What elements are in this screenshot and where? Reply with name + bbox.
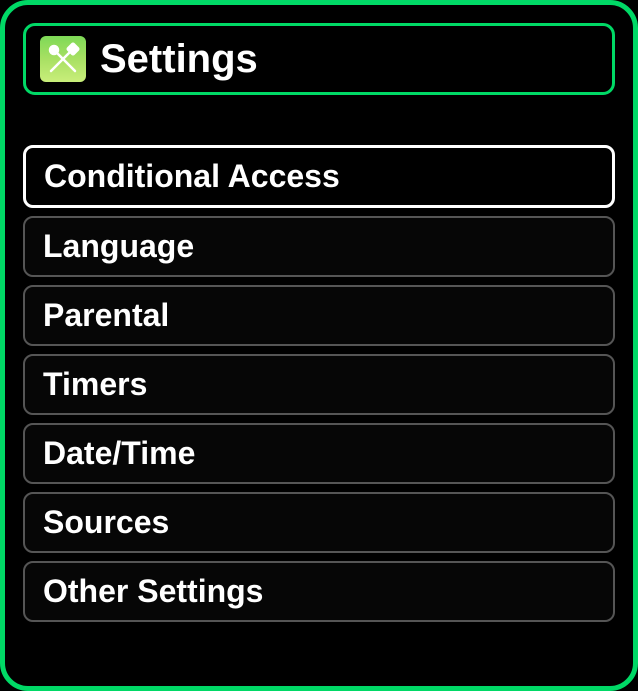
- menu-item-label: Timers: [43, 366, 147, 402]
- menu-item-label: Language: [43, 228, 194, 264]
- settings-menu: Conditional Access Language Parental Tim…: [23, 145, 615, 622]
- menu-item-parental[interactable]: Parental: [23, 285, 615, 346]
- settings-panel: Settings Conditional Access Language Par…: [0, 0, 638, 691]
- menu-item-conditional-access[interactable]: Conditional Access: [23, 145, 615, 208]
- menu-item-language[interactable]: Language: [23, 216, 615, 277]
- menu-item-label: Conditional Access: [44, 158, 340, 194]
- settings-header: Settings: [23, 23, 615, 95]
- menu-item-date-time[interactable]: Date/Time: [23, 423, 615, 484]
- menu-item-label: Other Settings: [43, 573, 263, 609]
- menu-item-label: Date/Time: [43, 435, 195, 471]
- menu-item-timers[interactable]: Timers: [23, 354, 615, 415]
- menu-item-label: Sources: [43, 504, 169, 540]
- settings-tools-icon: [40, 36, 86, 82]
- page-title: Settings: [100, 37, 258, 82]
- menu-item-other-settings[interactable]: Other Settings: [23, 561, 615, 622]
- menu-item-label: Parental: [43, 297, 169, 333]
- menu-item-sources[interactable]: Sources: [23, 492, 615, 553]
